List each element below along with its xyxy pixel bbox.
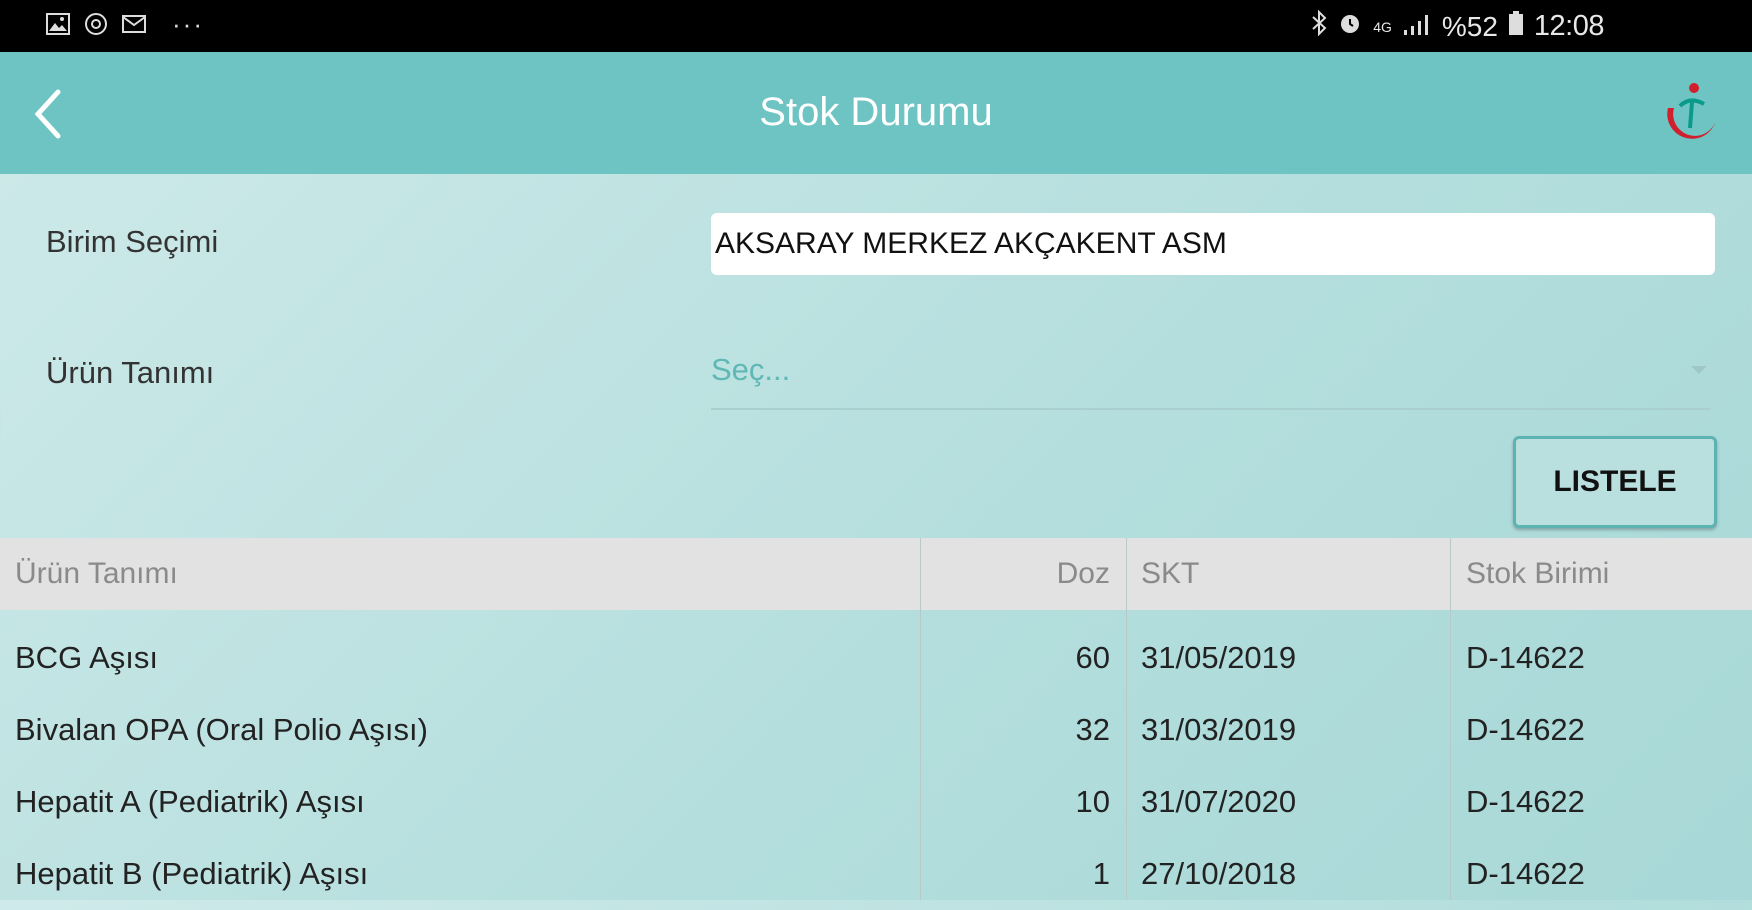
page-title: Stok Durumu — [759, 90, 993, 134]
cell-dose: 32 — [1075, 712, 1110, 747]
cell-stock-unit: D-14622 — [1466, 712, 1585, 747]
stock-table: Ürün Tanımı Doz SKT Stok Birimi BCG Aşıs… — [0, 538, 1752, 910]
battery-percent: %52 — [1441, 10, 1498, 42]
signal-icon — [1402, 11, 1432, 43]
table-row[interactable]: BCG Aşısı 60 31/05/2019 D-14622 — [0, 622, 1752, 694]
column-divider — [920, 538, 921, 900]
header-expiry[interactable]: SKT — [1126, 538, 1450, 610]
ministry-logo-icon — [1658, 78, 1724, 150]
cell-stock-unit: D-14622 — [1466, 640, 1585, 675]
mail-icon — [122, 12, 146, 36]
cell-expiry: 31/05/2019 — [1141, 640, 1297, 675]
unit-selection-label: Birim Seçimi — [46, 224, 219, 259]
network-type: 4G — [1373, 18, 1392, 35]
list-button[interactable]: LISTELE — [1513, 436, 1717, 528]
app-bar: Stok Durumu — [0, 52, 1752, 174]
product-label: Ürün Tanımı — [46, 355, 215, 390]
product-select-placeholder: Seç... — [711, 352, 791, 387]
clock: 12:08 — [1533, 10, 1605, 42]
table-row[interactable]: Hepatit A (Pediatrik) Aşısı 10 31/07/202… — [0, 766, 1752, 838]
table-row[interactable]: Hepatit B (Pediatrik) Aşısı 1 27/10/2018… — [0, 838, 1752, 910]
battery-icon — [1508, 10, 1524, 43]
table-body: BCG Aşısı 60 31/05/2019 D-14622 Bivalan … — [0, 610, 1752, 910]
cell-dose: 1 — [1092, 856, 1110, 891]
bluetooth-icon — [1311, 9, 1327, 43]
cell-product: Hepatit B (Pediatrik) Aşısı — [15, 856, 369, 891]
dropdown-arrow-icon — [1691, 366, 1707, 374]
cell-product: Bivalan OPA (Oral Polio Aşısı) — [15, 712, 428, 747]
alarm-icon — [1337, 10, 1363, 43]
cell-dose: 60 — [1075, 640, 1110, 675]
status-bar-left: ··· — [46, 9, 204, 39]
cell-stock-unit: D-14622 — [1466, 856, 1585, 891]
gallery-icon — [46, 12, 70, 36]
status-bar: ··· 4G %52 12:08 — [0, 0, 1752, 52]
cell-product: BCG Aşısı — [15, 640, 158, 675]
header-product[interactable]: Ürün Tanımı — [0, 538, 920, 610]
cell-dose: 10 — [1075, 784, 1110, 819]
cell-product: Hepatit A (Pediatrik) Aşısı — [15, 784, 365, 819]
more-notifications: ··· — [172, 9, 204, 39]
status-bar-right: 4G %52 12:08 — [1311, 9, 1605, 43]
header-dose[interactable]: Doz — [920, 538, 1126, 610]
header-stock-unit[interactable]: Stok Birimi — [1450, 538, 1752, 610]
column-divider — [1126, 538, 1127, 900]
at-sign-icon — [84, 12, 108, 36]
cell-expiry: 31/07/2020 — [1141, 784, 1297, 819]
table-row[interactable]: Bivalan OPA (Oral Polio Aşısı) 32 31/03/… — [0, 694, 1752, 766]
cell-expiry: 27/10/2018 — [1141, 856, 1297, 891]
cell-expiry: 31/03/2019 — [1141, 712, 1297, 747]
cell-stock-unit: D-14622 — [1466, 784, 1585, 819]
product-select[interactable]: Seç... — [711, 338, 1711, 410]
table-header: Ürün Tanımı Doz SKT Stok Birimi — [0, 538, 1752, 610]
unit-field[interactable]: AKSARAY MERKEZ AKÇAKENT ASM — [711, 213, 1715, 275]
column-divider — [1450, 538, 1451, 900]
